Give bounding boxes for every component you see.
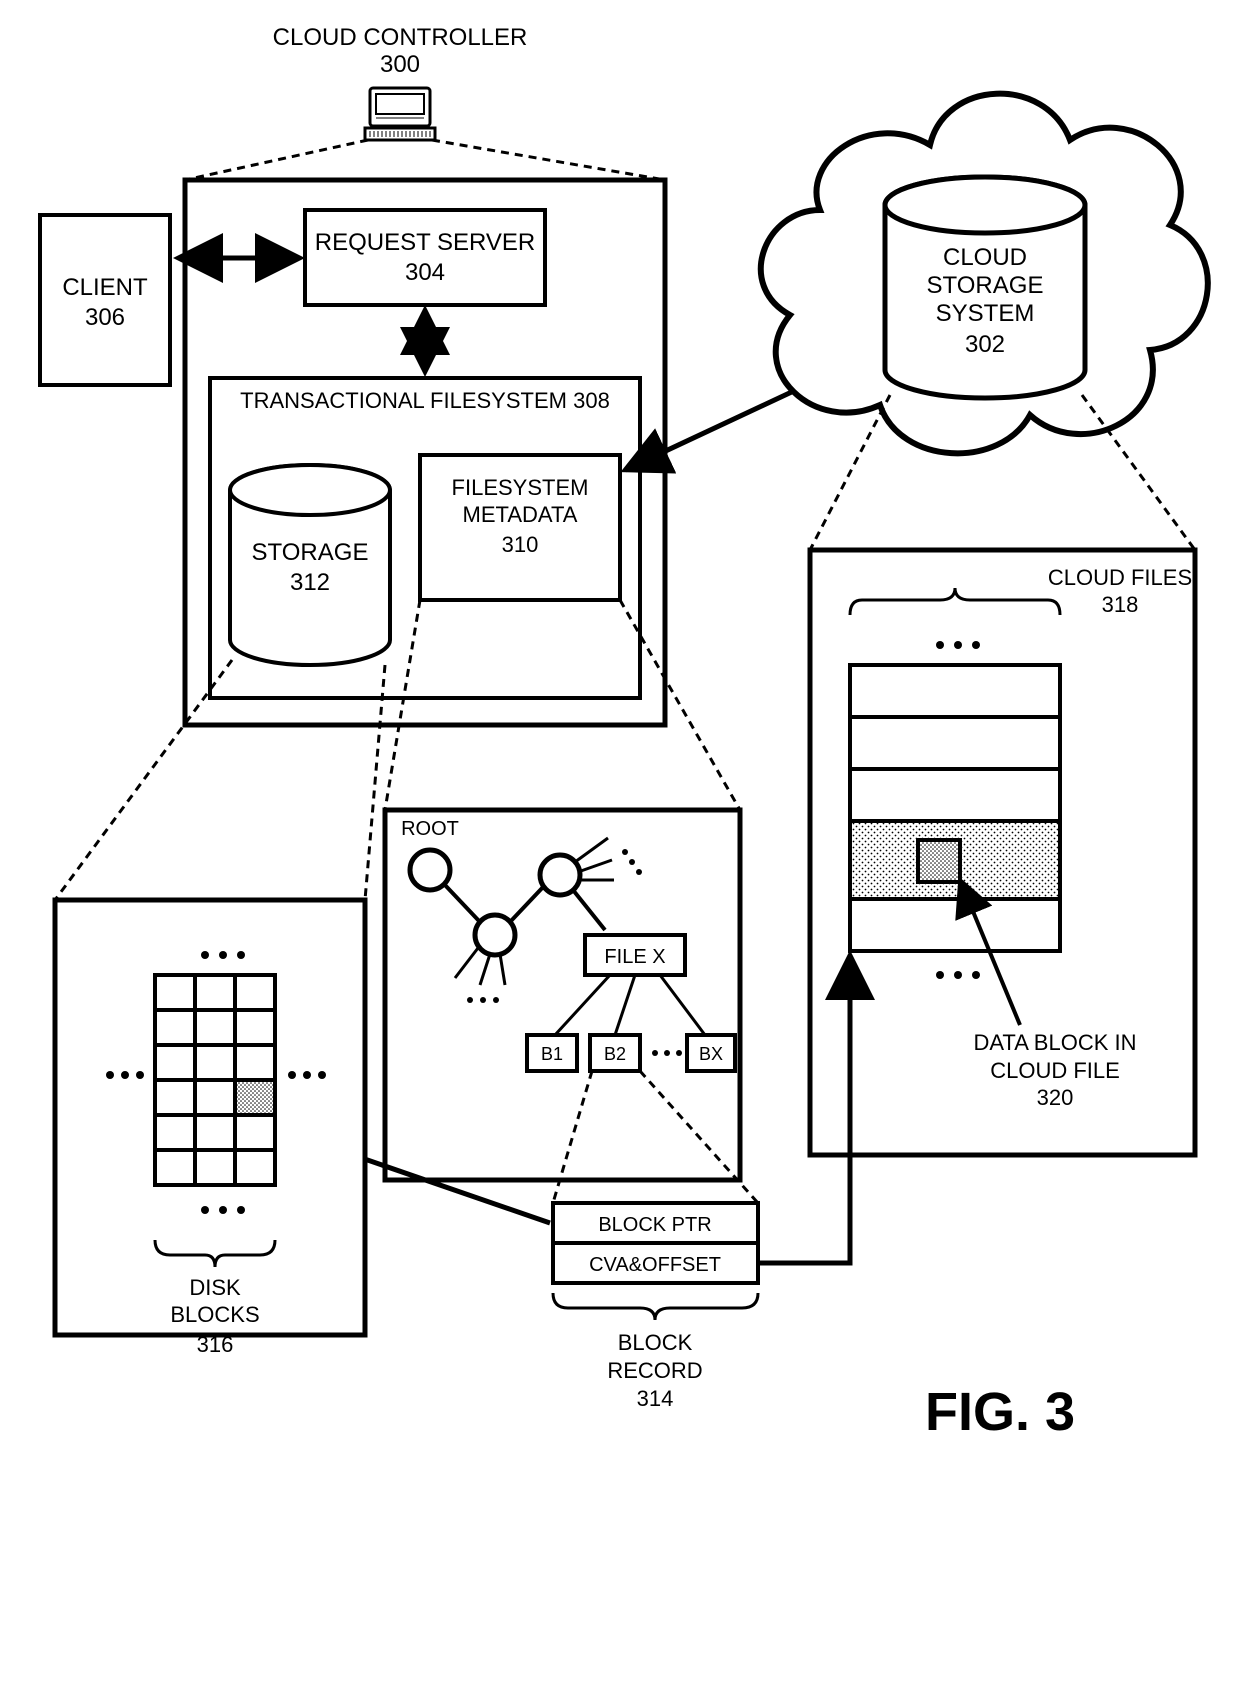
disk-blocks-label-1: DISK bbox=[189, 1275, 241, 1300]
storage-label: STORAGE bbox=[252, 539, 369, 566]
cloud-storage-label-2: STORAGE bbox=[927, 272, 1044, 299]
cva-offset-label: CVA&OFFSET bbox=[589, 1254, 721, 1276]
cloud-files-ellipsis-bottom bbox=[936, 971, 980, 979]
cloud-files-ellipsis-top bbox=[936, 641, 980, 649]
disk-blocks-label-2: BLOCKS bbox=[170, 1302, 259, 1327]
cloud-storage-label-3: SYSTEM bbox=[936, 300, 1035, 327]
transactional-fs-label: TRANSACTIONAL FILESYSTEM 308 bbox=[240, 388, 610, 413]
filesystem-metadata-label-1: FILESYSTEM bbox=[452, 475, 589, 500]
block-ptr-label: BLOCK PTR bbox=[598, 1214, 711, 1236]
data-block-label-1: DATA BLOCK IN bbox=[973, 1030, 1136, 1055]
figure-label: FIG. 3 bbox=[925, 1382, 1075, 1442]
block-record-ref: 314 bbox=[637, 1386, 674, 1411]
tree-ellipsis-1 bbox=[467, 997, 499, 1003]
client-label: CLIENT bbox=[62, 274, 148, 301]
block-b1-label: B1 bbox=[541, 1044, 563, 1064]
block-record-label-2: RECORD bbox=[607, 1358, 702, 1383]
block-bx-label: BX bbox=[699, 1044, 723, 1064]
cloud-file-row bbox=[850, 665, 1060, 717]
disk-blocks-ref: 316 bbox=[197, 1332, 234, 1357]
cloud-controller-label-group: CLOUD CONTROLLER 300 bbox=[273, 24, 528, 78]
client-ref: 306 bbox=[85, 304, 125, 331]
cloud-storage-cylinder: CLOUD STORAGE SYSTEM 302 bbox=[885, 177, 1085, 398]
cloud-file-block-highlight bbox=[918, 840, 960, 882]
block-record-label-1: BLOCK bbox=[618, 1330, 693, 1355]
disk-block-highlight bbox=[235, 1080, 275, 1115]
request-server-box bbox=[305, 210, 545, 305]
cloud-controller-ref: 300 bbox=[380, 51, 420, 78]
data-block-label-2: CLOUD FILE bbox=[990, 1058, 1120, 1083]
tree-root-label: ROOT bbox=[401, 818, 459, 840]
storage-ref: 312 bbox=[290, 569, 330, 596]
disk-blocks-ellipsis-top bbox=[201, 951, 245, 959]
tree-ellipsis-bx bbox=[652, 1050, 682, 1056]
disk-blocks-ellipsis-left bbox=[106, 1071, 144, 1079]
cloud-file-row bbox=[850, 899, 1060, 951]
file-x-label: FILE X bbox=[604, 946, 665, 968]
block-b2-label: B2 bbox=[604, 1044, 626, 1064]
filesystem-metadata-label-2: METADATA bbox=[463, 502, 578, 527]
tree-node bbox=[540, 855, 580, 895]
data-block-ref: 320 bbox=[1037, 1085, 1074, 1110]
cloud-files-label: CLOUD FILES bbox=[1048, 565, 1192, 590]
filesystem-metadata-ref: 310 bbox=[502, 532, 539, 557]
disk-blocks-ellipsis-bottom bbox=[201, 1206, 245, 1214]
disk-blocks-ellipsis-right bbox=[288, 1071, 326, 1079]
cloud-file-row bbox=[850, 717, 1060, 769]
request-server-label: REQUEST SERVER bbox=[315, 229, 536, 256]
cloud-controller-label: CLOUD CONTROLLER bbox=[273, 24, 528, 51]
storage-cylinder: STORAGE 312 bbox=[230, 465, 390, 665]
computer-icon bbox=[365, 88, 435, 140]
cloud-file-row bbox=[850, 769, 1060, 821]
cloud-storage-ref: 302 bbox=[965, 331, 1005, 358]
request-server-ref: 304 bbox=[405, 259, 445, 286]
cloud-files-ref: 318 bbox=[1102, 592, 1139, 617]
cloud-storage-label-1: CLOUD bbox=[943, 244, 1027, 271]
